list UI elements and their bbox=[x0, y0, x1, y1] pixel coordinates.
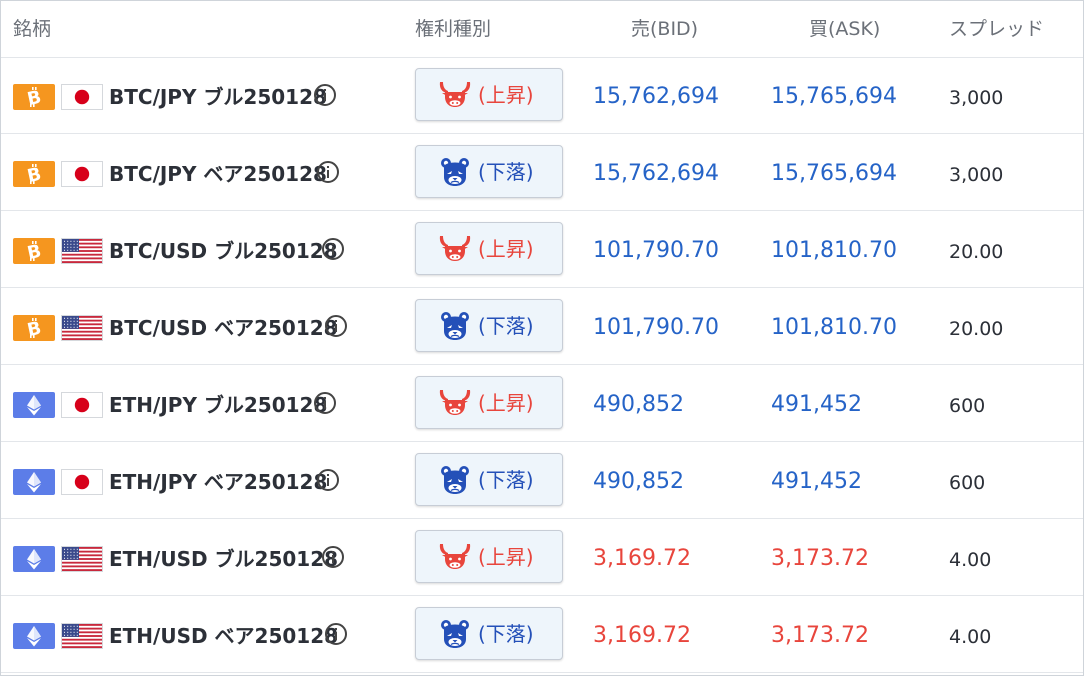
bear-icon bbox=[438, 155, 472, 189]
info-icon[interactable] bbox=[325, 315, 347, 337]
bull-icon bbox=[438, 540, 472, 574]
spread-value: 600 bbox=[949, 472, 986, 494]
symbol-name[interactable]: BTC/USD ベア250128 bbox=[109, 312, 338, 344]
bid-price[interactable]: 15,762,694 bbox=[593, 158, 719, 190]
bull-type-button[interactable]: (上昇) bbox=[415, 222, 563, 275]
ask-price[interactable]: 15,765,694 bbox=[771, 158, 897, 190]
info-icon[interactable] bbox=[322, 546, 344, 568]
us-flag-icon bbox=[61, 546, 103, 572]
symbol-name[interactable]: BTC/USD ブル250128 bbox=[109, 235, 338, 267]
bid-price[interactable]: 3,169.72 bbox=[593, 543, 691, 575]
bear-type-button[interactable]: (下落) bbox=[415, 607, 563, 660]
header-type: 権利種別 bbox=[415, 18, 492, 40]
info-icon[interactable] bbox=[325, 623, 347, 645]
bull-icon bbox=[438, 78, 472, 112]
symbol-name[interactable]: ETH/USD ブル250128 bbox=[109, 543, 338, 575]
symbol-name[interactable]: ETH/USD ベア250128 bbox=[109, 620, 338, 652]
bull-type-button[interactable]: (上昇) bbox=[415, 68, 563, 121]
bull-type-button[interactable]: (上昇) bbox=[415, 530, 563, 583]
table-row-7[interactable]: ETH/USD ブル250128 (上昇) 3,169.72 3,173.72 … bbox=[1, 519, 1083, 596]
spread-value: 20.00 bbox=[949, 318, 1004, 340]
bid-price[interactable]: 15,762,694 bbox=[593, 81, 719, 113]
table-header: 銘柄 権利種別 売(BID) 買(ASK) スプレッド bbox=[1, 1, 1083, 58]
table-row-8[interactable]: ETH/USD ベア250128 (下落) 3,169.72 3,173.72 … bbox=[1, 596, 1083, 673]
type-label: (下落) bbox=[478, 160, 534, 184]
ask-price[interactable]: 491,452 bbox=[771, 389, 862, 421]
table-row-1[interactable]: B BTC/JPY ブル250128 (上昇) 15,762,694 15,76… bbox=[1, 57, 1083, 134]
eth-coin-icon bbox=[13, 623, 55, 649]
ask-price[interactable]: 491,452 bbox=[771, 466, 862, 498]
info-icon[interactable] bbox=[314, 392, 336, 414]
spread-value: 600 bbox=[949, 395, 986, 417]
bid-price[interactable]: 490,852 bbox=[593, 466, 684, 498]
us-flag-icon bbox=[61, 238, 103, 264]
type-label: (下落) bbox=[478, 468, 534, 492]
info-icon[interactable] bbox=[317, 161, 339, 183]
spread-value: 3,000 bbox=[949, 164, 1004, 186]
jp-flag-icon bbox=[61, 392, 103, 418]
bull-type-button[interactable]: (上昇) bbox=[415, 376, 563, 429]
bid-price[interactable]: 101,790.70 bbox=[593, 312, 719, 344]
type-label: (上昇) bbox=[478, 545, 534, 569]
bear-type-button[interactable]: (下落) bbox=[415, 299, 563, 352]
table-row-6[interactable]: ETH/JPY ベア250128 (下落) 490,852 491,452 60… bbox=[1, 442, 1083, 519]
table-row-3[interactable]: B BTC/USD ブル250128 (上昇) 101,790.70 101,8… bbox=[1, 211, 1083, 288]
eth-coin-icon bbox=[13, 546, 55, 572]
btc-coin-icon: B bbox=[13, 161, 55, 187]
symbol-name[interactable]: ETH/JPY ブル250128 bbox=[109, 389, 327, 421]
eth-coin-icon bbox=[13, 392, 55, 418]
jp-flag-icon bbox=[61, 84, 103, 110]
type-label: (上昇) bbox=[478, 237, 534, 261]
btc-coin-icon: B bbox=[13, 238, 55, 264]
ask-price[interactable]: 101,810.70 bbox=[771, 312, 897, 344]
bull-icon bbox=[438, 386, 472, 420]
bear-type-button[interactable]: (下落) bbox=[415, 453, 563, 506]
bear-type-button[interactable]: (下落) bbox=[415, 145, 563, 198]
ask-price[interactable]: 101,810.70 bbox=[771, 235, 897, 267]
header-symbol: 銘柄 bbox=[13, 18, 52, 40]
header-bid: 売(BID) bbox=[631, 18, 699, 40]
bid-price[interactable]: 3,169.72 bbox=[593, 620, 691, 652]
us-flag-icon bbox=[61, 315, 103, 341]
us-flag-icon bbox=[61, 623, 103, 649]
info-icon[interactable] bbox=[314, 84, 336, 106]
table-row-2[interactable]: B BTC/JPY ベア250128 (下落) 15,762,694 15,76… bbox=[1, 134, 1083, 211]
bull-icon bbox=[438, 232, 472, 266]
symbol-name[interactable]: ETH/JPY ベア250128 bbox=[109, 466, 327, 498]
eth-coin-icon bbox=[13, 469, 55, 495]
btc-coin-icon: B bbox=[13, 84, 55, 110]
info-icon[interactable] bbox=[317, 469, 339, 491]
spread-value: 4.00 bbox=[949, 626, 992, 648]
spread-value: 20.00 bbox=[949, 241, 1004, 263]
header-spread: スプレッド bbox=[949, 18, 1045, 40]
btc-coin-icon: B bbox=[13, 315, 55, 341]
jp-flag-icon bbox=[61, 469, 103, 495]
bear-icon bbox=[438, 463, 472, 497]
ask-price[interactable]: 3,173.72 bbox=[771, 620, 869, 652]
spread-value: 4.00 bbox=[949, 549, 992, 571]
header-ask: 買(ASK) bbox=[809, 18, 881, 40]
table-row-4[interactable]: B BTC/USD ベア250128 (下落) 101,790.70 101,8… bbox=[1, 288, 1083, 365]
jp-flag-icon bbox=[61, 161, 103, 187]
bid-price[interactable]: 101,790.70 bbox=[593, 235, 719, 267]
type-label: (下落) bbox=[478, 314, 534, 338]
symbol-name[interactable]: BTC/JPY ベア250128 bbox=[109, 158, 327, 190]
info-icon[interactable] bbox=[322, 238, 344, 260]
type-label: (下落) bbox=[478, 622, 534, 646]
ask-price[interactable]: 15,765,694 bbox=[771, 81, 897, 113]
table-row-5[interactable]: ETH/JPY ブル250128 (上昇) 490,852 491,452 60… bbox=[1, 365, 1083, 442]
bid-price[interactable]: 490,852 bbox=[593, 389, 684, 421]
bear-icon bbox=[438, 309, 472, 343]
bear-icon bbox=[438, 617, 472, 651]
type-label: (上昇) bbox=[478, 83, 534, 107]
ask-price[interactable]: 3,173.72 bbox=[771, 543, 869, 575]
spread-value: 3,000 bbox=[949, 87, 1004, 109]
symbol-name[interactable]: BTC/JPY ブル250128 bbox=[109, 81, 327, 113]
type-label: (上昇) bbox=[478, 391, 534, 415]
price-table: 銘柄 権利種別 売(BID) 買(ASK) スプレッド B BTC/JPY ブル… bbox=[0, 0, 1084, 676]
